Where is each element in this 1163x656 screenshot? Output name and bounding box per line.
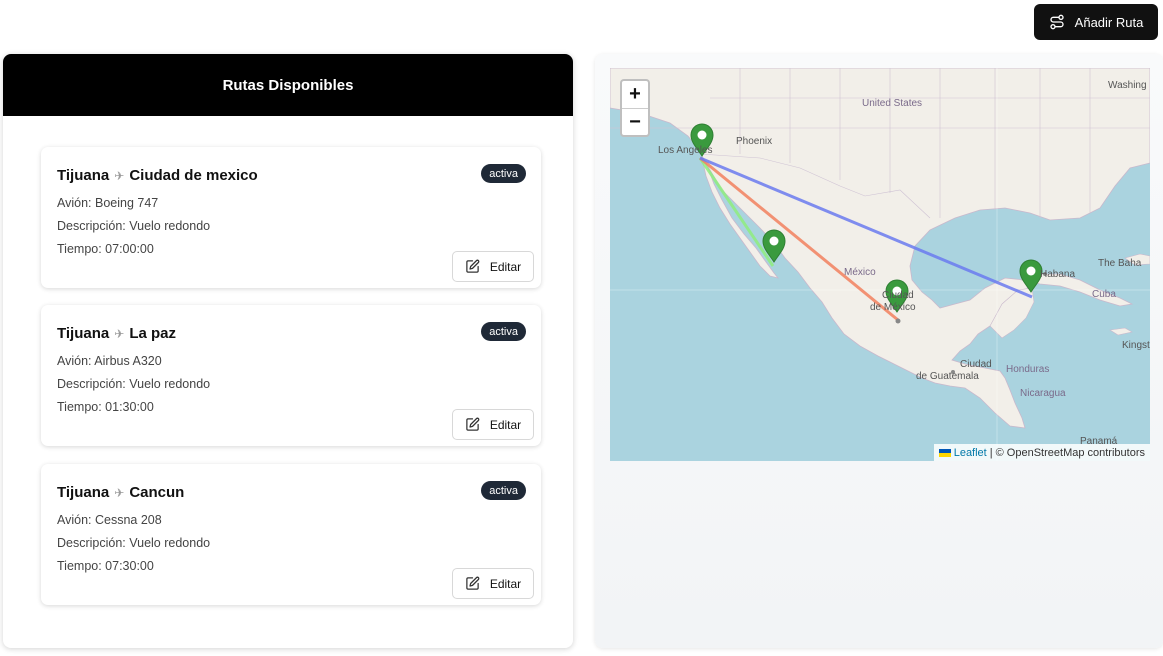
- leaflet-link-label: Leaflet: [953, 446, 987, 459]
- edit-route-button[interactable]: Editar: [452, 409, 534, 440]
- status-badge: activa: [481, 481, 526, 500]
- route-aircraft: Avión: Boeing 747: [57, 196, 159, 210]
- add-route-button[interactable]: Añadir Ruta: [1034, 4, 1158, 40]
- status-badge: activa: [481, 322, 526, 341]
- add-route-label: Añadir Ruta: [1074, 14, 1144, 30]
- ukraine-flag-icon: [938, 448, 951, 457]
- map-label-phoenix: Phoenix: [736, 136, 773, 147]
- route-origin: Tijuana: [57, 484, 110, 501]
- status-badge: activa: [481, 164, 526, 183]
- edit-icon: [466, 417, 480, 431]
- edit-label: Editar: [489, 576, 522, 591]
- map-label-de-guatemala: de Guatemala: [916, 371, 979, 382]
- map-label-ciudad: Ciudad: [882, 290, 914, 301]
- route-origin: Tijuana: [57, 167, 110, 184]
- route-card: Tijuana ✈ Ciudad de mexico activa Avión:…: [41, 147, 541, 288]
- route-destination: La paz: [129, 325, 176, 342]
- routes-panel-title: Rutas Disponibles: [3, 54, 573, 116]
- plane-icon: ✈: [114, 485, 125, 500]
- attribution-text: | © OpenStreetMap contributors: [989, 446, 1145, 459]
- route-time: Tiempo: 07:30:00: [57, 559, 154, 573]
- map-label-washington: Washing: [1108, 80, 1147, 91]
- city-dot: [895, 318, 901, 324]
- map-label-mexico: México: [844, 267, 876, 278]
- page: Añadir Ruta Rutas Disponibles Tijuana ✈ …: [0, 0, 1163, 656]
- route-card: Tijuana ✈ La paz activa Avión: Airbus A3…: [41, 305, 541, 446]
- route-origin: Tijuana: [57, 325, 110, 342]
- plane-icon: ✈: [114, 168, 125, 183]
- route-title: Tijuana ✈ Ciudad de mexico: [57, 167, 258, 184]
- map-label-ciudad-guatemala: Ciudad: [960, 359, 992, 370]
- route-icon: [1050, 14, 1064, 30]
- route-time: Tiempo: 07:00:00: [57, 242, 154, 256]
- route-card: Tijuana ✈ Cancun activa Avión: Cessna 20…: [41, 464, 541, 605]
- map[interactable]: United States Phoenix Los Angeles Washin…: [610, 68, 1150, 461]
- route-description: Descripción: Vuelo redondo: [57, 377, 211, 391]
- route-destination: Ciudad de mexico: [129, 167, 258, 184]
- land-north-america: [610, 68, 1150, 429]
- route-description: Descripción: Vuelo redondo: [57, 219, 211, 233]
- edit-route-button[interactable]: Editar: [452, 251, 534, 282]
- map-label-honduras: Honduras: [1006, 364, 1050, 375]
- edit-icon: [466, 259, 480, 273]
- leaflet-link[interactable]: Leaflet: [938, 446, 987, 459]
- map-label-nicaragua: Nicaragua: [1020, 388, 1066, 399]
- edit-label: Editar: [489, 259, 522, 274]
- routes-panel: Rutas Disponibles Tijuana ✈ Ciudad de me…: [3, 54, 573, 648]
- map-label-cuba: Cuba: [1092, 289, 1116, 300]
- route-time: Tiempo: 01:30:00: [57, 400, 154, 414]
- map-label-united-states: United States: [862, 98, 923, 109]
- route-description: Descripción: Vuelo redondo: [57, 536, 211, 550]
- map-label-habana: Habana: [1040, 269, 1076, 280]
- route-title: Tijuana ✈ Cancun: [57, 484, 184, 501]
- route-aircraft: Avión: Airbus A320: [57, 354, 162, 368]
- route-aircraft: Avión: Cessna 208: [57, 513, 162, 527]
- edit-label: Editar: [489, 417, 522, 432]
- plane-icon: ✈: [114, 326, 125, 341]
- route-title: Tijuana ✈ La paz: [57, 325, 176, 342]
- map-label-de-mexico: de México: [870, 302, 916, 313]
- map-label-the-bahamas: The Baha: [1098, 258, 1142, 269]
- route-destination: Cancun: [129, 484, 185, 501]
- edit-route-button[interactable]: Editar: [452, 568, 534, 599]
- zoom-in-button[interactable]: +: [622, 81, 648, 108]
- zoom-control: + −: [620, 79, 650, 137]
- map-label-kingston: Kingst: [1122, 340, 1150, 351]
- zoom-out-button[interactable]: −: [622, 108, 648, 135]
- map-label-los-angeles: Los Angeles: [658, 145, 713, 156]
- map-attribution: Leaflet | © OpenStreetMap contributors: [933, 444, 1150, 461]
- basemap: [610, 68, 1150, 461]
- edit-icon: [466, 576, 480, 590]
- land-jamaica: [1109, 327, 1133, 336]
